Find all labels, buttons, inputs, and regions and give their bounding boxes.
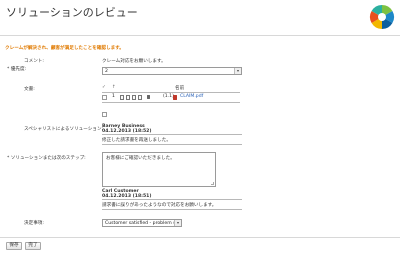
table-row[interactable]: 1 (1.1) CLAIM.pdf	[102, 94, 240, 101]
priority-label-text: 優先度:	[10, 67, 27, 72]
header-divider	[0, 35, 400, 36]
chevron-down-icon[interactable]	[234, 68, 241, 74]
customer-text: 請求書に誤りがあったようなので対応をお願いします。	[102, 203, 217, 208]
logo-icon	[369, 4, 395, 30]
customer-divider-bottom	[102, 209, 242, 210]
table-footer-divider	[102, 102, 240, 103]
file-link[interactable]: CLAIM.pdf	[180, 94, 203, 99]
row-checkbox[interactable]	[102, 95, 107, 100]
solution-textarea-value: お客様にご確認いただきました。	[106, 156, 175, 161]
history-icon[interactable]	[138, 95, 142, 100]
save-button[interactable]: 保存	[6, 242, 22, 250]
resize-handle-icon[interactable]	[211, 182, 214, 185]
specialist-checkbox[interactable]	[102, 112, 107, 117]
document-icon[interactable]	[120, 95, 124, 100]
priority-select-value: 2	[105, 69, 108, 74]
complete-button[interactable]: 完了	[25, 242, 41, 250]
priority-select[interactable]: 2	[102, 67, 242, 75]
specialist-divider-bottom	[102, 144, 242, 145]
customer-divider	[102, 199, 242, 200]
decision-label: 決定事項:	[24, 221, 44, 226]
page-title: ソリューションのレビュー	[6, 6, 138, 19]
footer-divider	[0, 237, 400, 238]
specialist-divider	[102, 134, 242, 135]
row-index: 1	[112, 94, 115, 99]
specialist-label: スペシャリストによるソリューション:	[24, 127, 104, 132]
lock-icon	[147, 95, 150, 99]
comment-value: クレーム対応をお願いします。	[102, 59, 166, 64]
table-header-divider	[102, 92, 240, 93]
edit-icon[interactable]	[126, 95, 130, 100]
select-all-checkmark-icon[interactable]: ✓	[102, 85, 106, 90]
column-header-name[interactable]: 名前	[175, 85, 184, 91]
solution-label-text: ソリューションまたは次のステップ:	[10, 156, 86, 161]
sort-indicator[interactable]: ↑	[112, 85, 116, 90]
attachment-icon[interactable]	[132, 95, 136, 100]
decision-select[interactable]: Customer satisfied - problem so	[102, 219, 182, 227]
priority-label: * 優先度:	[7, 66, 26, 72]
comment-label: コメント:	[24, 59, 44, 64]
specialist-text: 修正した請求書を再送しました。	[102, 138, 171, 143]
solution-label: * ソリューションまたは次のステップ:	[7, 155, 86, 161]
chevron-down-icon[interactable]	[174, 220, 181, 226]
instruction-alert: クレームが解決され、顧客が満足したことを確認します。	[5, 46, 124, 51]
documents-label: 文書:	[24, 87, 35, 92]
decision-select-value: Customer satisfied - problem so	[105, 221, 179, 226]
solution-textarea[interactable]: お客様にご確認いただきました。	[102, 152, 216, 187]
pdf-icon	[173, 95, 177, 100]
